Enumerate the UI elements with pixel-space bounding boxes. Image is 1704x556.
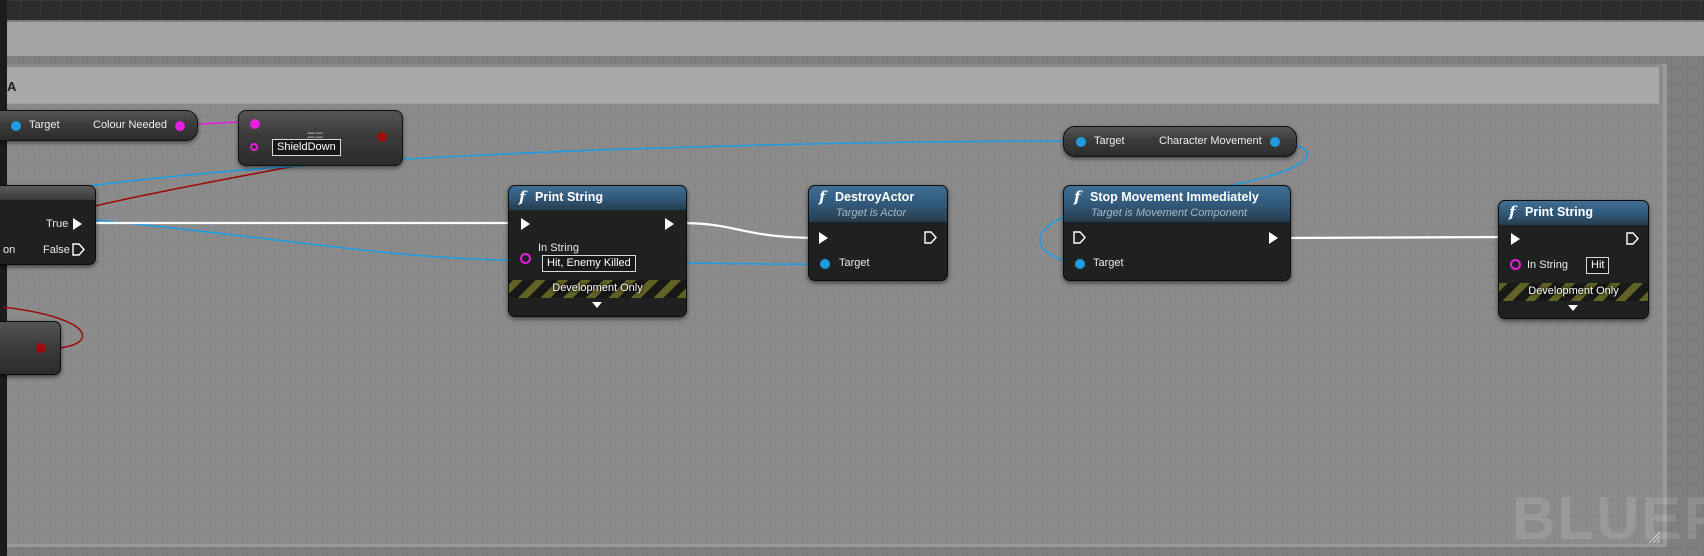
enum-input-b-pin-icon[interactable] <box>250 143 258 151</box>
true-exec-pin-icon[interactable] <box>73 218 82 230</box>
get-colour-needed-node[interactable]: Target Colour Needed <box>0 110 198 141</box>
target-pin-label: Target <box>1094 135 1125 147</box>
target-pin-icon[interactable] <box>820 259 830 269</box>
target-pin-icon[interactable] <box>1075 259 1085 269</box>
exec-out-pin-icon[interactable] <box>665 218 674 230</box>
exec-out-pin-icon[interactable] <box>1269 232 1278 244</box>
bool-output-pin-icon[interactable] <box>377 132 387 142</box>
colour-needed-pin-icon[interactable] <box>175 121 185 131</box>
destroy-actor-node[interactable]: f DestroyActor Target is Actor Target <box>808 185 948 281</box>
comment-title: A <box>7 79 17 94</box>
in-string-pin-icon[interactable] <box>1510 259 1521 270</box>
false-pin-label-fragment: on <box>3 244 16 256</box>
node-title: Print String <box>535 190 604 204</box>
top-toolbar-strip <box>0 0 1704 20</box>
target-pin-label: Target <box>29 119 60 131</box>
advanced-display-caret-icon[interactable] <box>1568 305 1578 311</box>
equal-enum-node[interactable]: == ShieldDown <box>238 110 403 166</box>
print-string-node-1[interactable]: f Print String In String Hit, Enemy Kill… <box>508 185 687 317</box>
target-pin-icon[interactable] <box>11 121 21 131</box>
node-subtitle: Target is Movement Component <box>1091 207 1248 219</box>
get-character-movement-node[interactable]: Target Character Movement <box>1063 126 1297 157</box>
blueprint-watermark: BLUEP <box>1512 485 1704 552</box>
print-string-node-2[interactable]: f Print String In String Hit Development… <box>1498 200 1649 319</box>
in-string-pin-icon[interactable] <box>520 253 531 264</box>
comment-box-title-bar[interactable]: A <box>7 67 1659 104</box>
in-string-label: In String <box>1527 259 1568 271</box>
function-icon: f <box>1509 203 1516 221</box>
exec-out-pin-icon[interactable] <box>924 231 937 244</box>
development-only-banner: Development Only <box>1499 283 1648 301</box>
bool-pin-icon[interactable] <box>36 343 46 353</box>
exec-in-pin-icon[interactable] <box>521 218 530 230</box>
in-string-label: In String <box>538 242 579 254</box>
enum-input-a-pin-icon[interactable] <box>250 119 260 129</box>
target-pin-icon[interactable] <box>1076 137 1086 147</box>
in-string-field[interactable]: Hit <box>1586 257 1610 274</box>
comment-box-header-outer[interactable] <box>7 22 1704 56</box>
exec-in-pin-icon[interactable] <box>819 232 828 244</box>
exec-in-pin-icon[interactable] <box>1073 231 1086 244</box>
true-pin-label: True <box>46 218 69 230</box>
false-exec-pin-icon[interactable] <box>72 243 85 256</box>
shielddown-enum-field[interactable]: ShieldDown <box>272 139 341 156</box>
panel-left-edge <box>0 0 7 556</box>
node-subtitle: Target is Actor <box>836 207 907 219</box>
advanced-display-caret-icon[interactable] <box>592 302 602 308</box>
character-movement-pin-icon[interactable] <box>1270 137 1280 147</box>
development-only-banner: Development Only <box>509 280 686 298</box>
node-title: DestroyActor <box>835 190 915 204</box>
function-icon: f <box>519 188 526 206</box>
exec-out-pin-icon[interactable] <box>1626 232 1639 245</box>
stop-movement-immediately-node[interactable]: f Stop Movement Immediately Target is Mo… <box>1063 185 1291 281</box>
development-only-label: Development Only <box>552 282 643 294</box>
exec-in-pin-icon[interactable] <box>1511 233 1520 245</box>
function-icon: f <box>819 188 826 206</box>
development-only-label: Development Only <box>1528 285 1619 297</box>
branch-node[interactable]: True on False <box>0 185 96 265</box>
target-pin-label: Target <box>839 257 870 269</box>
node-title: Print String <box>1525 205 1594 219</box>
in-string-field[interactable]: Hit, Enemy Killed <box>542 255 636 272</box>
function-icon: f <box>1074 188 1081 206</box>
node-title: Stop Movement Immediately <box>1090 190 1259 204</box>
comment-resize-grip-icon[interactable] <box>1647 530 1661 544</box>
target-pin-label: Target <box>1093 257 1124 269</box>
colour-needed-label: Colour Needed <box>93 119 167 131</box>
bool-variable-node[interactable] <box>0 321 61 375</box>
character-movement-label: Character Movement <box>1159 135 1262 147</box>
false-pin-label: False <box>43 244 70 256</box>
